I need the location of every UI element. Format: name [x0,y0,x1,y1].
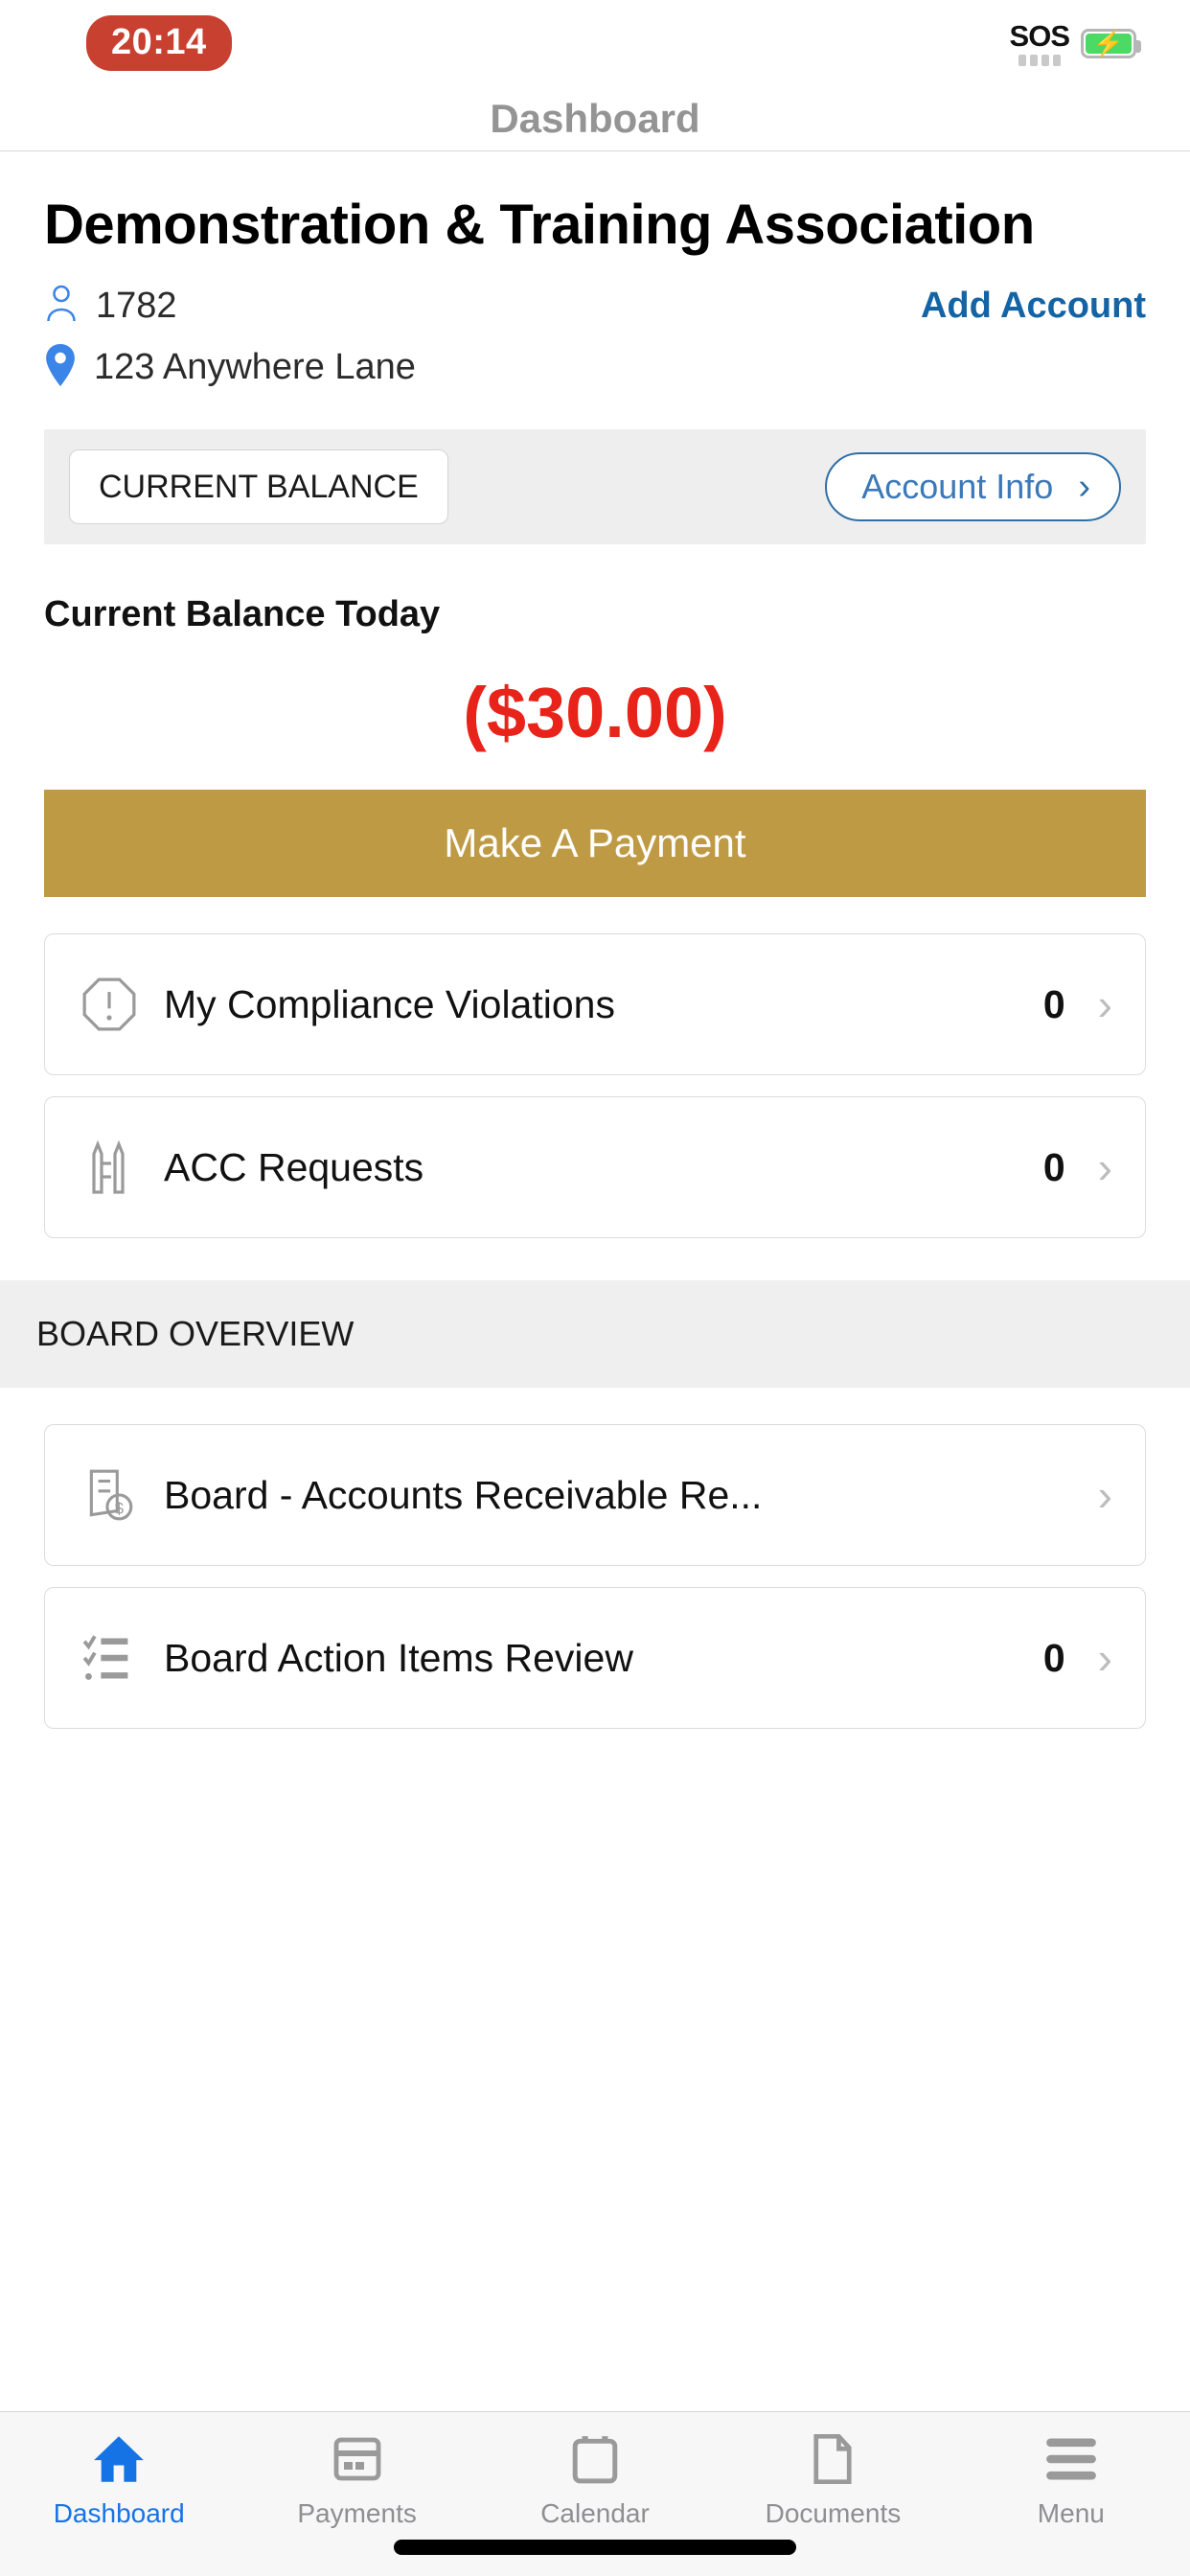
chevron-right-icon: › [1097,979,1112,1030]
home-indicator [394,2540,796,2555]
card-icon [332,2429,382,2489]
list-item-value: 0 [1042,1144,1065,1189]
account-address: 123 Anywhere Lane [94,347,416,388]
account-number-group: 1782 [44,284,177,329]
sos-label: SOS [1009,18,1070,53]
tab-payments-label: Payments [297,2498,417,2528]
nav-bar: Dashboard [0,86,1190,151]
list-item-value: 0 [1042,981,1065,1026]
my-items-list: My Compliance Violations 0 › ACC Request… [0,897,1190,1239]
document-icon [810,2429,856,2489]
receipt-dollar-icon: $ [74,1467,145,1523]
list-item[interactable]: Board Action Items Review 0 › [44,1587,1146,1730]
home-icon [92,2429,146,2489]
tab-menu-label: Menu [1037,2498,1105,2528]
association-title: Demonstration & Training Association [44,194,1035,256]
tab-dashboard[interactable]: Dashboard [0,2429,238,2529]
chevron-right-icon: › [1097,1142,1112,1193]
account-info-label: Account Info [861,467,1054,507]
battery-charging-icon: ⚡ [1081,28,1141,58]
tab-dashboard-label: Dashboard [53,2498,185,2528]
person-icon [44,284,79,329]
list-item-value: 0 [1042,1635,1065,1680]
tab-menu[interactable]: Menu [952,2429,1190,2529]
acc-pencils-icon [74,1138,145,1196]
current-balance-label: Current Balance Today [44,594,441,635]
add-account-link[interactable]: Add Account [921,286,1146,327]
tab-payments[interactable]: Payments [238,2429,475,2529]
account-meta-row: 1782 Add Account [0,255,1190,329]
board-items-list: $ Board - Accounts Receivable Re... › Bo… [0,1388,1190,1730]
tab-calendar[interactable]: Calendar [476,2429,714,2529]
checklist-icon [74,1633,145,1683]
scroll-content: Demonstration & Training Association 178… [0,151,1190,2411]
list-item[interactable]: $ Board - Accounts Receivable Re... › [44,1424,1146,1567]
tab-documents-label: Documents [765,2498,902,2528]
hamburger-icon [1044,2429,1098,2489]
app-screen: 20:14 SOS ⚡ Dashboard Demonstration & Tr… [0,0,1190,2576]
chevron-right-icon: › [1078,466,1090,507]
balance-segment-bar: CURRENT BALANCE Account Info › [44,429,1146,545]
chevron-right-icon: › [1097,1633,1112,1684]
tab-calendar-label: Calendar [540,2498,650,2528]
current-balance-amount: ($30.00) [463,673,727,753]
list-item-label: Board Action Items Review [164,1635,633,1680]
chevron-right-icon: › [1097,1470,1112,1521]
board-overview-header: BOARD OVERVIEW [0,1280,1190,1389]
map-pin-icon [44,344,77,391]
tab-current-balance[interactable]: CURRENT BALANCE [69,449,448,525]
tab-documents[interactable]: Documents [714,2429,951,2529]
signal-dots-icon [1018,54,1061,66]
status-bar: 20:14 SOS ⚡ [0,0,1190,86]
svg-text:$: $ [115,1499,124,1517]
recording-time-pill: 20:14 [86,15,232,71]
list-item[interactable]: My Compliance Violations 0 › [44,933,1146,1076]
calendar-icon [571,2429,619,2489]
make-a-payment-button[interactable]: Make A Payment [44,790,1146,898]
alert-octagon-icon [74,978,145,1031]
account-info-button[interactable]: Account Info › [825,452,1121,522]
sos-indicator: SOS [1009,18,1070,66]
account-address-row: 123 Anywhere Lane [0,329,1190,391]
page-title: Dashboard [490,95,700,141]
list-item-label: ACC Requests [164,1144,424,1189]
list-item-label: My Compliance Violations [164,981,615,1026]
account-number: 1782 [96,286,177,327]
list-item-label: Board - Accounts Receivable Re... [164,1472,763,1517]
list-item[interactable]: ACC Requests 0 › [44,1096,1146,1239]
status-bar-right: SOS ⚡ [1009,18,1141,66]
